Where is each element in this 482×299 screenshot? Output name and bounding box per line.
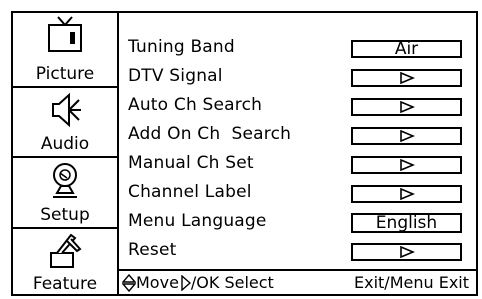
tab-label: Feature: [32, 274, 98, 294]
menu-item-label: Tuning Band: [128, 37, 235, 57]
footer-exit-hint: Exit/Menu Exit: [354, 273, 469, 292]
menu-item-add-on-ch-search[interactable]: Add On Ch Search: [119, 122, 476, 150]
tab-feature[interactable]: Feature: [13, 229, 117, 296]
menu-item-label: Add On Ch Search: [128, 124, 292, 144]
menu-item-label: Reset: [128, 240, 177, 260]
arrow-right-icon[interactable]: [351, 156, 462, 174]
tools-icon: [13, 231, 117, 275]
menu-language-value[interactable]: English: [351, 213, 462, 233]
tab-picture[interactable]: Picture: [13, 13, 117, 88]
up-down-arrow-icon: [122, 273, 136, 292]
menu-item-dtv-signal[interactable]: DTV Signal: [119, 64, 476, 92]
menu-panel: Tuning Band Air DTV Signal Auto Ch Searc…: [119, 13, 476, 294]
tab-label: Picture: [35, 64, 95, 84]
arrow-right-icon[interactable]: [351, 127, 462, 145]
menu-item-tuning-band[interactable]: Tuning Band Air: [119, 35, 476, 63]
menu-item-label: Menu Language: [128, 211, 267, 231]
menu-item-label: Manual Ch Set: [128, 153, 254, 173]
footer-nav-hint: Move /OK Select: [122, 273, 274, 292]
menu-item-manual-ch-set[interactable]: Manual Ch Set: [119, 151, 476, 179]
menu-item-auto-ch-search[interactable]: Auto Ch Search: [119, 93, 476, 121]
arrow-right-icon[interactable]: [351, 185, 462, 203]
tv-icon: [13, 15, 117, 59]
menu-item-channel-label[interactable]: Channel Label: [119, 180, 476, 208]
tab-label: Setup: [40, 205, 90, 225]
arrow-right-icon[interactable]: [351, 98, 462, 116]
right-arrow-icon: [181, 274, 191, 291]
arrow-right-icon[interactable]: [351, 69, 462, 87]
menu-item-label: Channel Label: [128, 182, 252, 202]
satellite-dish-icon: [13, 160, 117, 204]
menu-item-label: Auto Ch Search: [128, 95, 263, 115]
tuning-band-value[interactable]: Air: [351, 40, 462, 58]
speaker-icon: [13, 90, 117, 134]
tab-audio[interactable]: Audio: [13, 88, 117, 158]
tv-menu-frame: Picture Audio Setup Feature Tuning Band …: [11, 11, 478, 296]
footer-move-label: Move: [136, 273, 179, 292]
footer-ok-select-label: /OK Select: [190, 273, 274, 292]
menu-item-label: DTV Signal: [128, 66, 223, 86]
menu-item-menu-language[interactable]: Menu Language English: [119, 209, 476, 237]
arrow-right-icon[interactable]: [351, 243, 462, 261]
menu-item-reset[interactable]: Reset: [119, 238, 476, 266]
tab-setup[interactable]: Setup: [13, 158, 117, 229]
sidebar: Picture Audio Setup Feature: [13, 13, 119, 294]
tab-label: Audio: [40, 134, 90, 154]
footer-hint-bar: Move /OK Select Exit/Menu Exit: [119, 269, 476, 294]
